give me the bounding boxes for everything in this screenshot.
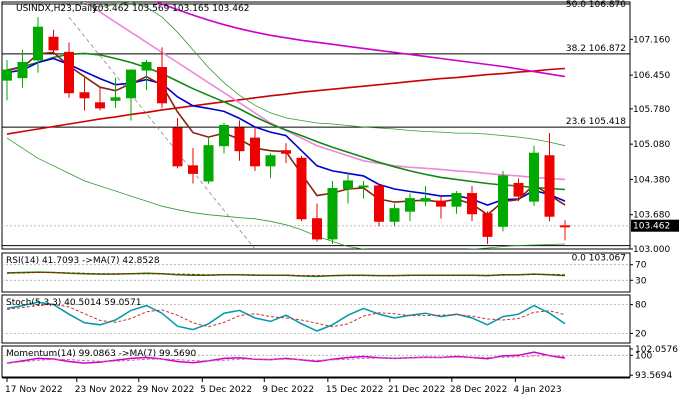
momentum-tick-label: 100 <box>635 351 652 361</box>
candle-body <box>358 185 369 188</box>
candle-body <box>560 225 570 228</box>
price-tick-label: 107.160 <box>633 35 670 45</box>
time-tick-label: 17 Nov 2022 <box>5 385 63 395</box>
rsi-panel-title: RSI(14) 41.7093 ->MA(7) 42.8528 <box>6 256 160 266</box>
fib-level-label: 38.2 106.872 <box>566 44 626 54</box>
momentum-tick-label: 93.5694 <box>635 371 672 381</box>
candle-body <box>312 218 322 240</box>
candle-body <box>451 193 462 207</box>
indicator-panels: 70 30 RSI(14) 41.7093 ->MA(7) 42.8528 80 20 S… <box>1 252 678 381</box>
fib-level-label: 23.6 105.418 <box>566 117 626 127</box>
price-tick-label: 103.000 <box>633 245 670 255</box>
candle-body <box>17 61 28 79</box>
candle-body <box>513 182 524 197</box>
candle-body <box>203 145 214 182</box>
candle-body <box>296 157 307 220</box>
rsi-series-line <box>6 271 566 278</box>
candle-body <box>389 208 400 222</box>
price-tick-label: 106.450 <box>633 71 670 81</box>
time-axis: 17 Nov 2022 23 Nov 2022 29 Nov 2022 5 Dec 2… <box>2 377 630 395</box>
candle-body <box>33 26 43 61</box>
candle-body <box>95 102 105 109</box>
bollinger-upper-line <box>78 2 566 147</box>
candle-body <box>234 127 245 152</box>
price-panel-frame <box>1 1 631 250</box>
candle-body <box>250 137 260 167</box>
candle-body <box>188 165 198 174</box>
stoch-panel: 80 20 Stoch(5,3,3) 40.5014 59.0571 <box>1 294 647 344</box>
candle-body <box>79 92 90 99</box>
current-price-label: 103.462 <box>633 222 670 232</box>
candle-body <box>420 198 431 202</box>
candle-body <box>281 150 291 154</box>
candle-body <box>405 198 415 212</box>
candle-body <box>48 36 59 51</box>
price-tick-label: 103.680 <box>633 211 670 221</box>
candle-body <box>498 175 508 227</box>
symbol-header: USINDX,H23,Daily <box>16 4 98 14</box>
momentum-panel-title: Momentum(14) 99.0863 ->MA(7) 99.5690 <box>6 349 197 359</box>
candle-body <box>2 69 12 81</box>
time-tick-label: 15 Dec 2022 <box>326 385 384 395</box>
candle-body <box>374 185 384 222</box>
candle-body <box>265 155 276 167</box>
fib-level-label: 50.0 106.870 <box>566 0 626 10</box>
candle-body <box>467 193 477 215</box>
candle-body <box>529 152 539 202</box>
fib-level-label: 0.0 103.067 <box>572 254 626 264</box>
candle-body <box>327 188 338 240</box>
time-tick-label: 28 Dec 2022 <box>450 385 508 395</box>
candle-body <box>172 127 183 167</box>
current-price-tag: 103.462 <box>631 219 679 232</box>
rsi-tick-label: 70 <box>635 261 647 271</box>
candle-body <box>436 200 446 207</box>
stoch-panel-title: Stoch(5,3,3) 40.5014 59.0571 <box>6 298 141 308</box>
momentum-panel: 102.057610093.5694Momentum(14) 99.0863 -… <box>1 345 678 381</box>
time-tick-label: 4 Jan 2023 <box>513 385 561 395</box>
candle-body <box>141 61 152 71</box>
time-tick-label: 21 Dec 2022 <box>388 385 446 395</box>
candle-body <box>110 97 121 101</box>
sma-200-line <box>6 67 566 135</box>
ohlc-header: 103.462 103.569 103.165 103.462 <box>92 4 249 14</box>
stoch-tick-label: 20 <box>635 329 647 339</box>
time-tick-label: 9 Dec 2022 <box>262 385 314 395</box>
time-tick-label: 23 Nov 2022 <box>75 385 133 395</box>
price-tick-label: 104.380 <box>633 175 670 185</box>
chart-canvas: 50.0 106.870 38.2 106.872 23.6 105.418 0.0 … <box>1 0 679 395</box>
price-panel: 50.0 106.870 38.2 106.872 23.6 105.418 0.0 … <box>1 0 679 264</box>
time-tick-label: 5 Dec 2022 <box>200 385 252 395</box>
candle-body <box>482 213 493 237</box>
stoch-tick-label: 80 <box>635 301 647 311</box>
rsi-panel: 70 30 RSI(14) 41.7093 ->MA(7) 42.8528 <box>1 252 647 293</box>
candle-body <box>157 67 167 104</box>
candle-body <box>343 180 353 190</box>
price-tick-label: 105.780 <box>633 105 670 115</box>
candle-body <box>64 51 74 94</box>
rsi-tick-label: 30 <box>635 276 647 286</box>
time-tick-label: 29 Nov 2022 <box>137 385 195 395</box>
candle-body <box>544 155 555 217</box>
candle-body <box>126 69 136 99</box>
candle-body <box>219 125 229 147</box>
price-tick-label: 105.080 <box>633 140 670 150</box>
